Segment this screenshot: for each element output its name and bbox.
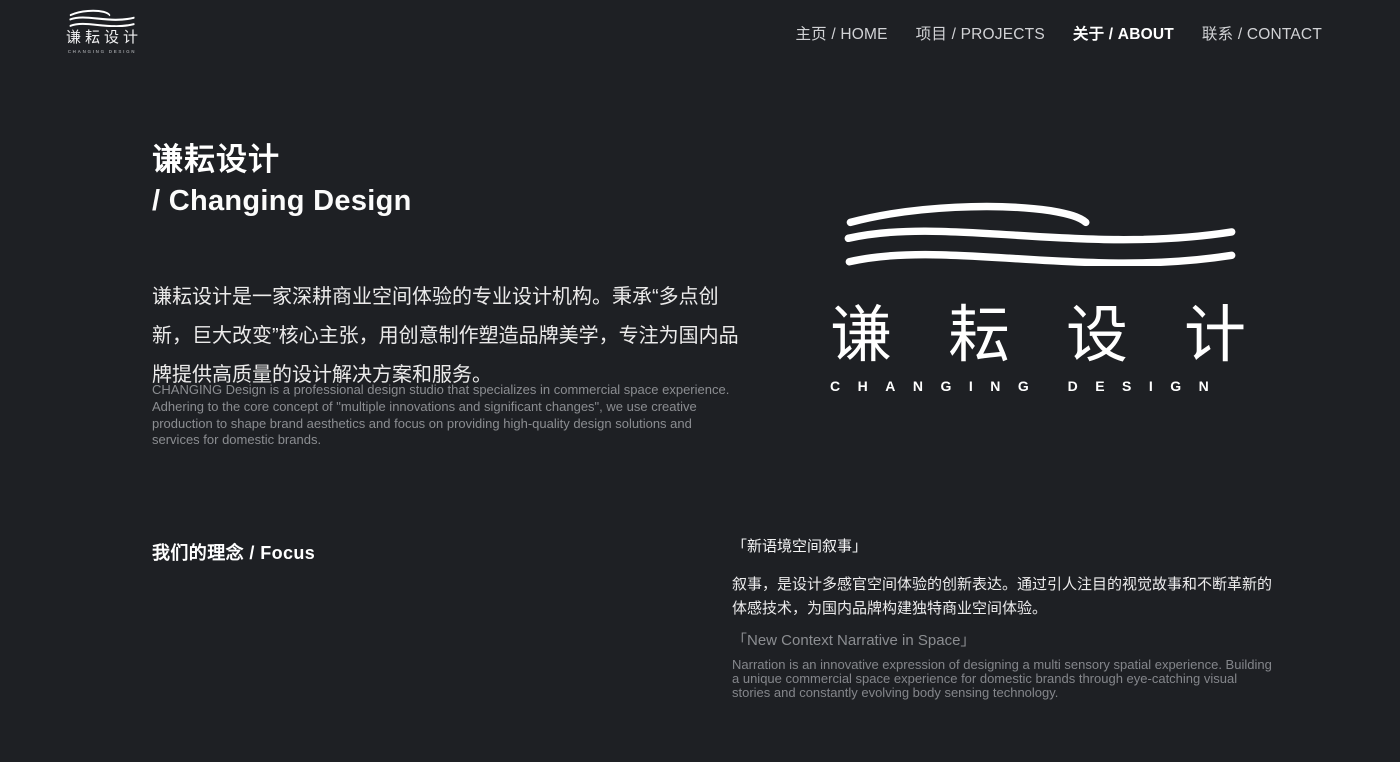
hero-title-en: / Changing Design	[152, 184, 412, 218]
focus-item-title-en: 「New Context Narrative in Space」	[732, 632, 1272, 650]
hero-description-cn: 谦耘设计是一家深耕商业空间体验的专业设计机构。秉承“多点创新，巨大改变”核心主张…	[152, 278, 748, 395]
focus-item-desc-en: Narration is an innovative expression of…	[732, 658, 1272, 700]
page: 谦耘设计 CHANGING DESIGN 主页 / HOME 项目 / PROJ…	[0, 0, 1400, 762]
brand-name-en-large: CHANGING DESIGN	[830, 378, 1246, 394]
focus-item-desc-cn: 叙事，是设计多感官空间体验的创新表达。通过引人注目的视觉故事和不断革新的体感技术…	[732, 573, 1272, 621]
focus-item-title-cn: 「新语境空间叙事」	[732, 538, 1272, 556]
hero-title-cn: 谦耘设计	[152, 142, 412, 178]
hero-title-block: 谦耘设计 / Changing Design	[152, 142, 412, 218]
nav-item-contact[interactable]: 联系 / CONTACT	[1202, 22, 1322, 44]
focus-item: 「新语境空间叙事」 叙事，是设计多感官空间体验的创新表达。通过引人注目的视觉故事…	[732, 538, 1272, 700]
brand-name-cn-large: 谦耘设计	[830, 302, 1246, 370]
brand-waves-icon	[69, 9, 135, 27]
brand-name-en: CHANGING DESIGN	[66, 49, 138, 54]
hero-description-en: CHANGING Design is a professional design…	[152, 382, 732, 449]
site-header: 谦耘设计 CHANGING DESIGN 主页 / HOME 项目 / PROJ…	[0, 0, 1400, 64]
nav-item-about[interactable]: 关于 / ABOUT	[1073, 22, 1174, 44]
main-nav: 主页 / HOME 项目 / PROJECTS 关于 / ABOUT 联系 / …	[795, 22, 1322, 44]
nav-item-projects[interactable]: 项目 / PROJECTS	[916, 22, 1045, 44]
brand-name-cn: 谦耘设计	[66, 30, 138, 47]
focus-section-heading: 我们的理念 / Focus	[152, 539, 315, 565]
nav-item-home[interactable]: 主页 / HOME	[795, 22, 887, 44]
brand-waves-icon	[842, 200, 1238, 266]
brand-logo-large: 谦耘设计 CHANGING DESIGN	[830, 200, 1246, 394]
brand-logo[interactable]: 谦耘设计 CHANGING DESIGN	[66, 9, 138, 54]
